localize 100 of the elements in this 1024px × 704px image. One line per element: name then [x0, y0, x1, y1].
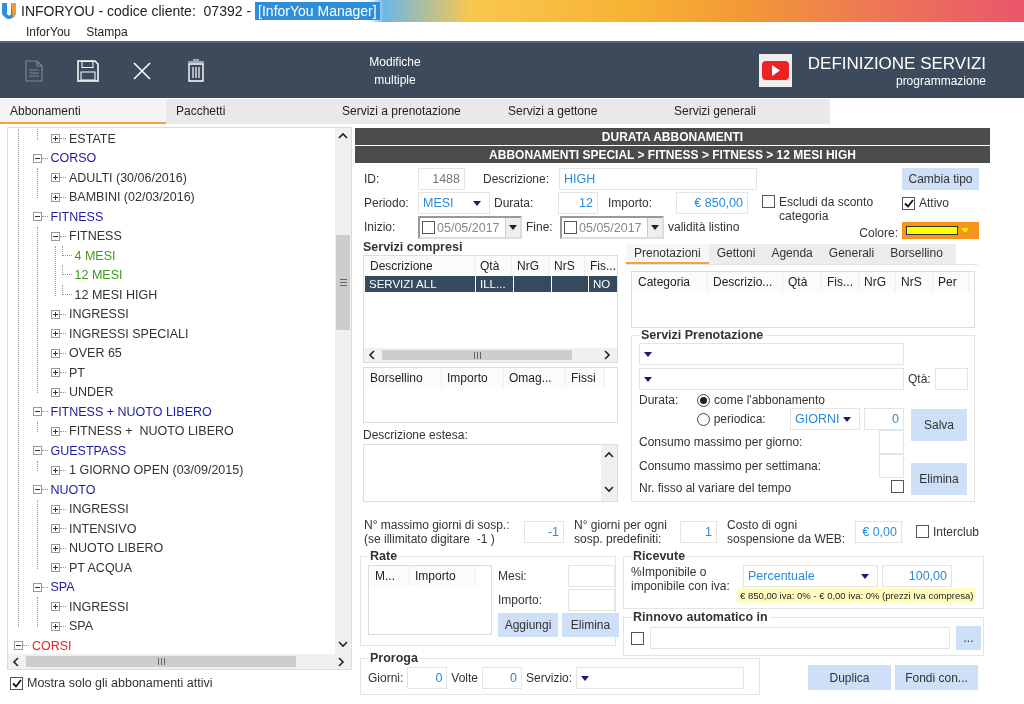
tree-item[interactable]: CORSO [50, 151, 97, 166]
tab[interactable]: Pacchetti [166, 99, 332, 124]
table-cell[interactable] [514, 276, 551, 292]
suspension-field[interactable]: -1 [524, 521, 564, 543]
times-field[interactable]: 0 [482, 667, 523, 689]
expand-icon[interactable] [51, 524, 60, 534]
description-field[interactable]: HIGH [559, 168, 757, 190]
expand-icon[interactable] [51, 543, 60, 553]
expand-icon[interactable] [51, 368, 60, 378]
expand-icon[interactable] [51, 173, 60, 183]
period-select[interactable]: MESI [418, 192, 490, 214]
tab[interactable]: Servizi a gettone [498, 99, 664, 124]
column-header[interactable]: Importo [442, 368, 504, 388]
tree-item[interactable]: INGRESSI [69, 502, 129, 517]
color-picker[interactable] [902, 222, 979, 240]
start-date-field[interactable]: 05/05/2017 [418, 216, 522, 239]
chevron-down-icon[interactable] [338, 640, 348, 650]
column-header[interactable]: NrG [512, 256, 549, 276]
taxable-mode-select[interactable]: Percentuale [743, 565, 878, 587]
table-cell[interactable] [552, 276, 588, 292]
column-header[interactable]: Qtà [475, 256, 512, 276]
remove-button[interactable]: Elimina [562, 613, 619, 637]
tree-item[interactable]: ESTATE [69, 131, 116, 146]
tree-item[interactable]: SPA [50, 580, 75, 595]
tree-item[interactable]: BAMBINI (02/03/2016) [69, 190, 195, 205]
column-header[interactable]: Borsellino [365, 368, 442, 388]
expand-icon[interactable] [51, 426, 60, 436]
amount-field[interactable] [568, 589, 615, 611]
delete-button[interactable]: Elimina [911, 463, 967, 495]
tree-item[interactable]: FITNESS [50, 209, 104, 224]
suspension-field[interactable]: 1 [680, 521, 717, 543]
collapse-icon[interactable] [14, 641, 23, 651]
tree-item[interactable]: UNDER [69, 385, 114, 400]
tree-item[interactable]: 1 GIORNO OPEN (03/09/2015) [69, 463, 244, 478]
tree-item[interactable]: 12 MESI [74, 268, 123, 283]
column-header[interactable]: Categoria [633, 272, 708, 292]
expand-icon[interactable] [51, 621, 60, 631]
tree-item[interactable]: CORSI [32, 638, 72, 653]
chevron-left-icon[interactable] [368, 350, 378, 360]
radio-button[interactable] [697, 393, 710, 407]
expand-icon[interactable] [51, 387, 60, 397]
tree-item[interactable]: INGRESSI SPECIALI [69, 326, 189, 341]
column-header[interactable]: NrS [896, 272, 933, 292]
column-header[interactable]: Descrizio... [708, 272, 783, 292]
renewal-checkbox[interactable] [631, 631, 644, 645]
tree-item[interactable]: GUESTPASS [50, 443, 126, 458]
collapse-icon[interactable] [32, 407, 42, 417]
chevron-right-icon[interactable] [337, 656, 347, 667]
amount-field[interactable]: € 850,00 [676, 192, 748, 214]
collapse-icon[interactable] [51, 231, 60, 241]
expand-icon[interactable] [51, 348, 60, 358]
days-field[interactable]: 0 [407, 667, 448, 689]
end-date-field[interactable]: 05/05/2017 [560, 216, 664, 239]
table-cell[interactable]: NO [589, 276, 617, 292]
expand-icon[interactable] [51, 134, 60, 144]
column-header[interactable]: NrG [859, 272, 896, 292]
date-checkbox[interactable] [422, 221, 435, 234]
column-header[interactable]: Per [933, 272, 969, 292]
suspension-field[interactable]: € 0,00 [855, 521, 902, 543]
horizontal-scrollbar[interactable] [8, 654, 351, 669]
unit-select[interactable]: GIORNI [790, 408, 860, 431]
column-header[interactable]: M... [370, 566, 410, 586]
tree-item[interactable]: FITNESS [69, 229, 122, 244]
tree-item[interactable]: INTENSIVO [69, 521, 137, 536]
horizontal-scrollbar[interactable] [364, 348, 617, 362]
tree-item[interactable]: NUOTO LIBERO [69, 541, 164, 556]
multi-edit-button[interactable]: Modifiche multiple [360, 51, 430, 90]
tab[interactable]: Servizi generali [664, 99, 830, 124]
column-header[interactable]: Descrizione [365, 256, 475, 276]
column-header[interactable]: Importo [410, 566, 476, 586]
expand-icon[interactable] [51, 329, 60, 339]
extended-description-field[interactable] [363, 444, 618, 503]
collapse-icon[interactable] [32, 446, 42, 456]
column-header[interactable]: Fissi [566, 368, 605, 388]
tree-item[interactable]: ADULTI (30/06/2016) [69, 170, 187, 185]
collapse-icon[interactable] [32, 212, 42, 222]
expand-icon[interactable] [51, 465, 60, 475]
tab[interactable]: Abbonamenti [0, 99, 166, 124]
expand-icon[interactable] [51, 192, 60, 202]
tree-item[interactable]: PT [69, 365, 85, 380]
vertical-scrollbar[interactable] [335, 128, 351, 654]
duration-field[interactable]: 12 [558, 192, 598, 214]
id-field[interactable]: 1488 [418, 168, 465, 190]
column-header[interactable]: Fis... [585, 256, 617, 276]
collapse-icon[interactable] [32, 485, 42, 495]
months-field[interactable] [568, 565, 615, 587]
tree-item[interactable]: OVER 65 [69, 346, 122, 361]
save-button[interactable]: Salva [911, 409, 967, 441]
tree-item[interactable]: FITNESS + NUOTO LIBERO [50, 404, 212, 419]
change-type-button[interactable]: Cambia tipo [902, 168, 979, 190]
interclub-checkbox[interactable] [916, 525, 929, 539]
active-only-checkbox[interactable] [10, 677, 23, 690]
tree-item[interactable]: SPA [69, 619, 94, 634]
tree-item[interactable]: INGRESSI [69, 307, 129, 322]
action-button[interactable]: Fondi con... [895, 665, 978, 690]
tree-item[interactable]: 12 MESI HIGH [74, 287, 158, 302]
collapse-icon[interactable] [32, 582, 42, 592]
tree-item[interactable]: FITNESS + NUOTO LIBERO [69, 424, 234, 439]
fixed-number-checkbox[interactable] [891, 480, 904, 494]
column-header[interactable]: NrS [549, 256, 585, 276]
